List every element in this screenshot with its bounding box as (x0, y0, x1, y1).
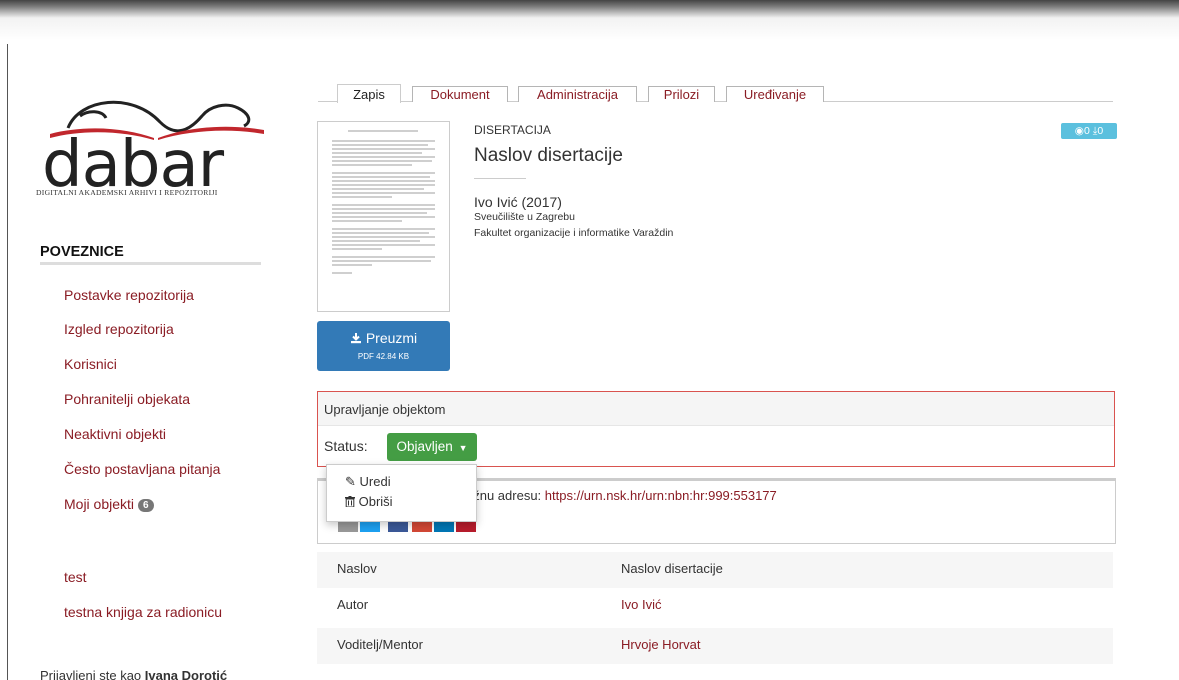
download-label-row: Preuzmi (317, 330, 450, 346)
metadata-row: Voditelj/Mentor Hrvoje Horvat (317, 628, 1113, 664)
download-size: PDF 42.84 KB (357, 352, 410, 361)
sidebar-link-test[interactable]: test (64, 569, 87, 585)
tab-uredivanje[interactable]: Uređivanje (726, 86, 824, 102)
tab-zapis[interactable]: Zapis (337, 84, 401, 103)
caret-down-icon: ▼ (458, 443, 468, 453)
sidebar-link-testna-knjiga[interactable]: testna knjiga za radionicu (64, 604, 222, 620)
dropdown-item-obrisi[interactable]: Obriši (345, 494, 393, 509)
dropdown-item-label: Uredi (359, 474, 391, 489)
stats-badge: ◉0 ⤓0 (1061, 123, 1117, 139)
left-border (7, 44, 8, 680)
record-type: DISERTACIJA (474, 123, 551, 137)
panel-heading: Upravljanje objektom (318, 392, 1114, 426)
logo-beaver-arc (66, 100, 251, 133)
record-divider (474, 178, 526, 179)
eye-icon: ◉ (1074, 125, 1084, 137)
sidebar-link-korisnici[interactable]: Korisnici (64, 356, 117, 372)
metadata-row: Naslov Naslov disertacije (317, 552, 1113, 588)
sidebar-divider (40, 262, 261, 265)
views-count: 0 (1083, 125, 1090, 137)
record-title: Naslov disertacije (474, 145, 623, 166)
trash-icon (345, 496, 355, 508)
record-faculty: Fakultet organizacije i informatike Vara… (474, 227, 674, 239)
metadata-row (317, 664, 1113, 680)
logo-subtitle: DIGITALNI AKADEMSKI ARHIVI I REPOZITORIJ… (36, 188, 218, 197)
record-author-year: Ivo Ivić (2017) (474, 194, 562, 210)
login-prefix: Prijavljeni ste kao (40, 668, 145, 680)
metadata-row: Autor Ivo Ivić (317, 588, 1113, 624)
edit-icon: ✎ (345, 474, 356, 489)
sidebar-link-izgled-repozitorija[interactable]: Izgled repozitorija (64, 321, 174, 337)
status-value: Objavljen (396, 439, 453, 454)
page-frame: dabar DIGITALNI AKADEMSKI ARHIVI I REPOZ… (0, 0, 1179, 680)
tab-dokument[interactable]: Dokument (412, 86, 508, 102)
sidebar-link-label: Moji objekti (64, 496, 135, 512)
urn-text: u mrežnu adresu: https://urn.nsk.hr/urn:… (440, 488, 777, 503)
metadata-value-link[interactable]: Ivo Ivić (621, 597, 661, 612)
login-user: Ivana Dorotić (144, 668, 228, 680)
download-button[interactable]: Preuzmi PDF 42.84 KB (317, 321, 450, 371)
browser-top-bar (0, 0, 1179, 44)
metadata-value-link[interactable]: Hrvoje Horvat (621, 637, 700, 652)
document-thumbnail[interactable] (317, 121, 450, 312)
metadata-label: Naslov (337, 561, 377, 576)
status-dropdown-menu: ✎ Uredi Obriši (326, 464, 477, 522)
object-management-panel: Upravljanje objektom Status: Objavljen ▼ (317, 391, 1115, 467)
record-institution: Sveučilište u Zagrebu (474, 211, 575, 223)
dropdown-item-uredi[interactable]: ✎ Uredi (345, 474, 391, 490)
tab-prilozi[interactable]: Prilozi (648, 86, 715, 102)
download-label: Preuzmi (365, 330, 418, 346)
downloads-count: 0 (1097, 125, 1104, 137)
status-label: Status: (324, 438, 368, 454)
tab-administracija[interactable]: Administracija (518, 86, 637, 102)
count-badge: 6 (138, 499, 154, 512)
urn-link[interactable]: https://urn.nsk.hr/urn:nbn:hr:999:553177 (545, 488, 777, 503)
sidebar-heading: POVEZNICE (40, 244, 124, 260)
logo-beaver-tail (79, 110, 108, 119)
status-dropdown-button[interactable]: Objavljen ▼ (387, 433, 477, 461)
metadata-label: Autor (337, 597, 369, 612)
metadata-value: Naslov disertacije (621, 561, 723, 576)
sidebar-link-postavke-repozitorija[interactable]: Postavke repozitorija (64, 287, 194, 303)
metadata-label: Voditelj/Mentor (337, 637, 423, 652)
login-status: Prijavljeni ste kao Ivana Dorotić (40, 668, 227, 680)
dropdown-item-label: Obriši (358, 494, 393, 509)
sidebar-link-moji-objekti[interactable]: Moji objekti 6 (64, 496, 154, 512)
sidebar-link-neaktivni-objekti[interactable]: Neaktivni objekti (64, 426, 166, 442)
panel-title: Upravljanje objektom (324, 402, 446, 417)
sidebar-link-pohranitelji-objekata[interactable]: Pohranitelji objekata (64, 391, 190, 407)
sidebar-link-cesto-postavljana-pitanja[interactable]: Često postavljana pitanja (64, 461, 220, 477)
download-icon (350, 333, 361, 344)
